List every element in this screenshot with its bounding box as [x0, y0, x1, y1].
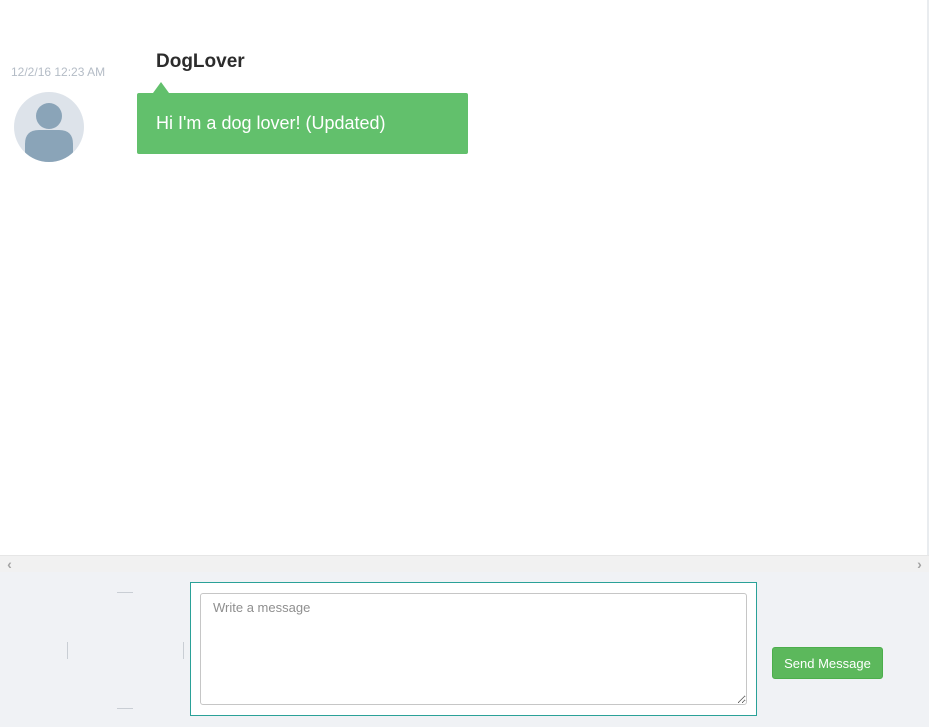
message-timestamp: 12/2/16 12:23 AM	[11, 65, 106, 79]
message-sender-name: DogLover	[156, 51, 245, 72]
bubble-tail	[153, 82, 169, 93]
scroll-left-icon[interactable]: ‹	[1, 556, 18, 572]
message-bubble: Hi I'm a dog lover! (Updated)	[137, 93, 468, 154]
message-list: 12/2/16 12:23 AM DogLover Hi I'm a dog l…	[0, 0, 927, 555]
divider-mark	[117, 592, 133, 593]
scroll-right-icon[interactable]: ›	[911, 556, 928, 572]
horizontal-scrollbar[interactable]: ‹ ›	[0, 555, 929, 572]
divider-mark	[183, 642, 184, 659]
send-message-button[interactable]: Send Message	[772, 647, 883, 679]
chat-page: 12/2/16 12:23 AM DogLover Hi I'm a dog l…	[0, 0, 929, 727]
chat-message: 12/2/16 12:23 AM DogLover Hi I'm a dog l…	[0, 0, 927, 170]
divider-mark	[67, 642, 68, 659]
user-avatar-icon	[14, 92, 84, 162]
divider-mark	[117, 708, 133, 709]
message-input[interactable]	[200, 593, 747, 705]
compose-bar: Send Message	[0, 572, 929, 727]
message-input-panel	[190, 582, 757, 716]
